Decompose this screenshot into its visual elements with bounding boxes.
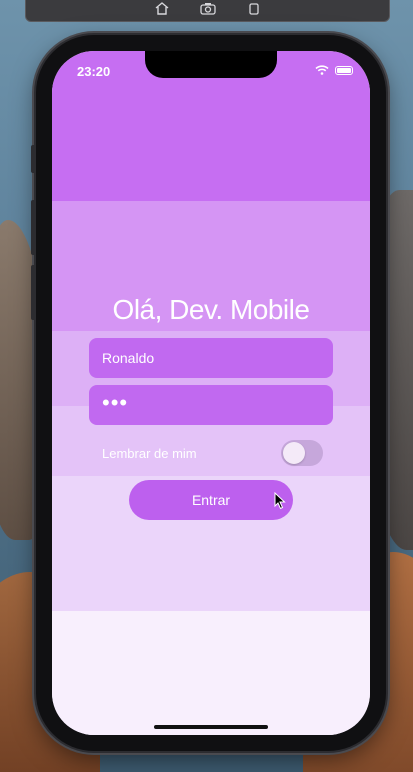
- battery-icon: [335, 65, 353, 75]
- volume-up-button: [31, 200, 36, 255]
- password-field[interactable]: •••: [89, 385, 333, 425]
- volume-down-button: [31, 265, 36, 320]
- simulator-toolbar: [25, 0, 390, 22]
- home-indicator[interactable]: [154, 725, 268, 729]
- background-band: [52, 611, 370, 735]
- remember-me-toggle[interactable]: [281, 440, 323, 466]
- screenshot-button[interactable]: [199, 1, 217, 15]
- page-title: Olá, Dev. Mobile: [112, 294, 310, 325]
- enter-button[interactable]: Entrar: [129, 480, 293, 520]
- notch: [145, 51, 277, 78]
- toggle-knob: [283, 442, 305, 464]
- remember-me-label: Lembrar de mim: [102, 446, 197, 461]
- home-icon: [155, 1, 168, 15]
- rotate-icon: [248, 2, 259, 15]
- status-time: 23:20: [77, 64, 111, 79]
- mute-switch: [31, 145, 36, 173]
- username-input[interactable]: [102, 350, 320, 366]
- home-button[interactable]: [153, 1, 171, 15]
- username-field[interactable]: [89, 338, 333, 378]
- camera-icon: [199, 2, 216, 15]
- app-screen: 23:20 Olá, Dev. Mobile ••• Lembrar de mi…: [52, 51, 370, 735]
- mouse-cursor-icon: [274, 492, 286, 510]
- iphone-device-frame: 23:20 Olá, Dev. Mobile ••• Lembrar de mi…: [31, 35, 386, 751]
- password-masked-value: •••: [102, 390, 129, 415]
- wifi-icon: [315, 65, 329, 75]
- status-icons: [315, 65, 353, 75]
- rotate-button[interactable]: [245, 1, 263, 15]
